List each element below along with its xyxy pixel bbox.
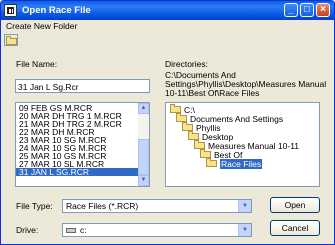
directory-path-line3: 10-11\Best Of\Race Files [165, 88, 260, 98]
title-bar[interactable]: Open Race File _ □ × [1, 1, 334, 20]
directory-tree[interactable]: C:\ Documents And Settings Phyllis Deskt… [165, 102, 320, 187]
file-name-input[interactable]: 31 Jan L Sg.Rcr [15, 79, 150, 93]
dir-item-documents-and-settings[interactable]: Documents And Settings [176, 113, 283, 124]
open-folder-icon [206, 158, 217, 168]
open-race-file-dialog: Open Race File _ □ × Create New Folder F… [0, 0, 335, 245]
drive-value: c: [80, 225, 87, 235]
cancel-button[interactable]: Cancel [270, 220, 320, 236]
new-folder-button[interactable] [4, 34, 18, 46]
open-folder-icon [188, 131, 199, 141]
dir-item-race-files[interactable]: Race Files [206, 158, 263, 169]
open-folder-icon [194, 140, 205, 150]
minimize-button[interactable]: _ [284, 3, 298, 17]
directories-label: Directories: [165, 59, 208, 69]
file-name-label: File Name: [16, 59, 58, 69]
file-name-value: 31 Jan L Sg.Rcr [18, 82, 79, 92]
menu-bar: Create New Folder [1, 20, 334, 32]
scroll-down-icon[interactable]: ▼ [138, 175, 149, 186]
drive-icon [66, 228, 76, 234]
drive-select[interactable]: c: ▼ [62, 223, 252, 237]
folder-icon [6, 36, 17, 45]
maximize-button[interactable]: □ [300, 3, 314, 17]
cancel-button-label: Cancel [281, 223, 309, 233]
scroll-up-icon[interactable]: ▲ [138, 103, 149, 114]
open-folder-icon [182, 122, 193, 132]
app-icon [4, 4, 17, 17]
minimize-icon: _ [288, 4, 294, 15]
file-type-value: Race Files (*.RCR) [66, 201, 139, 211]
menu-create-new-folder[interactable]: Create New Folder [6, 21, 77, 31]
close-icon: × [320, 4, 326, 15]
drive-label: Drive: [16, 225, 39, 235]
file-list-scrollbar[interactable]: ▲ ▼ [138, 103, 149, 186]
chevron-down-icon[interactable]: ▼ [238, 224, 251, 236]
file-list-items: 09 FEB GS M.RCR 20 MAR DH TRG 1 M.RCR 21 M… [16, 103, 149, 176]
dir-item-measures-manual[interactable]: Measures Manual 10-11 [194, 140, 299, 151]
file-type-select[interactable]: Race Files (*.RCR) ▼ [62, 199, 252, 213]
window-title: Open Race File [22, 5, 91, 16]
open-button-label: Open [284, 200, 306, 210]
scroll-thumb[interactable] [138, 139, 149, 175]
open-folder-icon [200, 149, 211, 159]
maximize-icon: □ [303, 4, 311, 15]
file-type-label: File Type: [16, 201, 53, 211]
file-list-item[interactable]: 31 JAN L SG.RCR [16, 168, 149, 176]
close-button[interactable]: × [316, 3, 330, 17]
open-folder-icon [176, 113, 187, 123]
file-list[interactable]: 09 FEB GS M.RCR 20 MAR DH TRG 1 M.RCR 21 M… [15, 102, 150, 187]
open-button[interactable]: Open [270, 197, 320, 213]
open-folder-icon [170, 104, 181, 114]
chevron-down-icon[interactable]: ▼ [238, 200, 251, 212]
